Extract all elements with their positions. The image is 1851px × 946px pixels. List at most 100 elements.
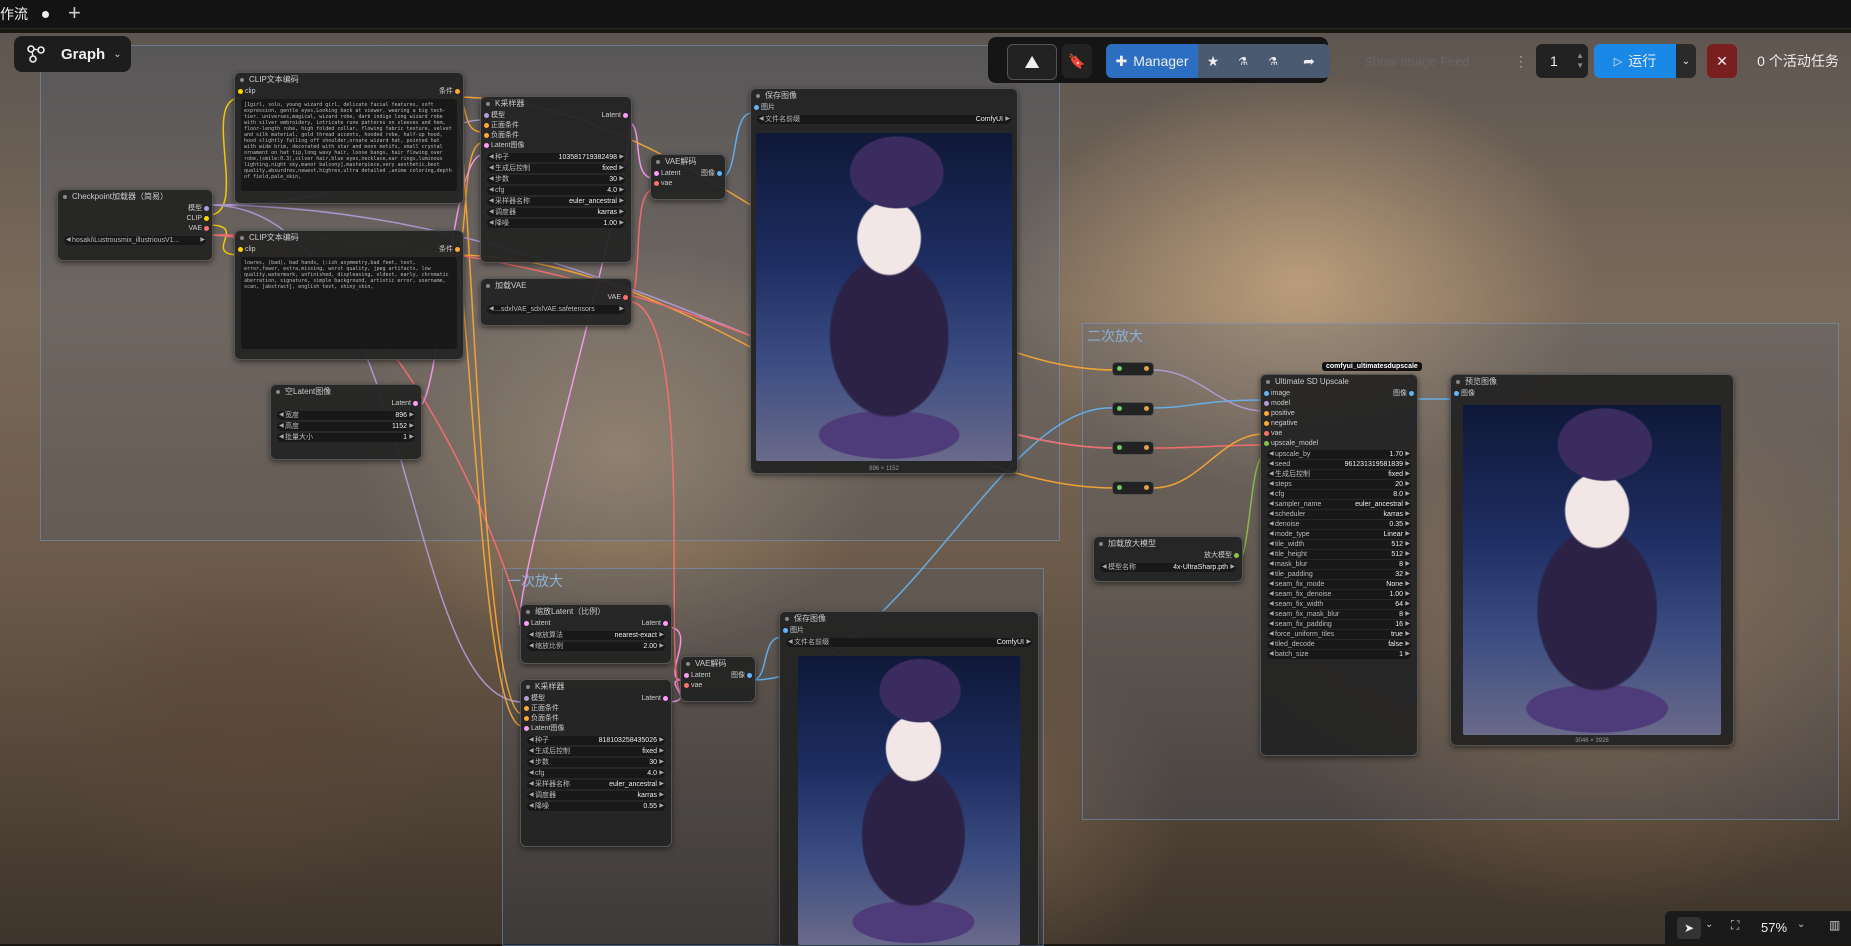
input-pin-icon[interactable] <box>484 143 489 148</box>
denoise-widget[interactable]: 降噪 0.55 <box>527 802 665 811</box>
steps-widget[interactable]: 步数 30 <box>527 758 665 767</box>
output-pin-icon[interactable] <box>717 171 722 176</box>
share-button[interactable]: ➦ <box>1288 44 1330 78</box>
ckpt-name-combo[interactable]: hosaki\Lustrousmix_illustriousV1... <box>64 236 206 245</box>
sampler-widget[interactable]: 采样器名称 euler_ancestral <box>487 197 625 206</box>
input-pin-icon[interactable] <box>684 673 689 678</box>
vae-decode-node-1[interactable]: VAE解码 Latent 图像 vae <box>650 154 726 200</box>
input-pin-icon[interactable] <box>1454 391 1459 396</box>
wand-button-2[interactable]: ⚗ <box>1258 44 1288 78</box>
output-pin-icon[interactable] <box>623 295 628 300</box>
height-widget[interactable]: 高度 1152 <box>277 422 415 431</box>
filename-prefix-widget[interactable]: 文件名前缀 ComfyUI <box>757 115 1011 124</box>
reroute-node[interactable] <box>1112 481 1154 495</box>
zoom-level[interactable]: 57% <box>1761 920 1787 935</box>
control-widget[interactable]: 生成后控制 fixed <box>527 747 665 756</box>
checkpoint-loader-node[interactable]: Checkpoint加载器（简易） 模型 CLIP VAE hosaki\Lus… <box>57 189 213 261</box>
scheduler-widget[interactable]: 调度器 karras <box>527 791 665 800</box>
output-pin-icon[interactable] <box>204 216 209 221</box>
output-pin-icon[interactable] <box>747 673 752 678</box>
prompt-textarea[interactable]: lowres, (bad), bad hands, (:ish asymmetr… <box>241 257 457 349</box>
run-options-dropdown[interactable]: ⌄ <box>1676 44 1696 78</box>
input-pin-icon[interactable] <box>484 133 489 138</box>
input-pin-icon[interactable] <box>1264 421 1269 426</box>
input-pin-icon[interactable] <box>1264 441 1269 446</box>
clip-text-encode-positive[interactable]: CLIP文本编码 clip 条件 [1girl, solo, young wiz… <box>234 72 464 204</box>
ksampler-node-2[interactable]: K采样器 模型 Latent 正面条件 负面条件 Latent图像 种子 81810… <box>520 679 672 847</box>
usdu-widget-force-uniform-tiles[interactable]: force_uniform_tiles true <box>1267 630 1411 639</box>
usdu-widget-seam-fix-mask-blur[interactable]: seam_fix_mask_blur 8 <box>1267 610 1411 619</box>
sampler-widget[interactable]: 采样器名称 euler_ancestral <box>527 780 665 789</box>
input-pin-icon[interactable] <box>238 89 243 94</box>
usdu-widget--[interactable]: 生成后控制 fixed <box>1267 470 1411 479</box>
generated-image-preview[interactable] <box>756 133 1012 461</box>
scheduler-widget[interactable]: 调度器 karras <box>487 208 625 217</box>
reroute-node[interactable] <box>1112 362 1154 376</box>
model-name-combo[interactable]: 模型名称 4x-UltraSharp.pth <box>1100 563 1236 572</box>
batch-widget[interactable]: 批量大小 1 <box>277 433 415 442</box>
fit-view-icon[interactable]: ⛶ <box>1731 918 1739 933</box>
drag-handle-icon[interactable]: ⋮ <box>1514 48 1528 74</box>
input-pin-icon[interactable] <box>783 628 788 633</box>
usdu-widget-tile-padding[interactable]: tile_padding 32 <box>1267 570 1411 579</box>
input-pin-icon[interactable] <box>484 123 489 128</box>
stepper-arrows-icon[interactable]: ▲ ▼ <box>1576 51 1584 71</box>
cfg-widget[interactable]: cfg 4.0 <box>527 769 665 778</box>
usdu-widget-seam-fix-mode[interactable]: seam_fix_mode None <box>1267 580 1411 589</box>
output-pin-icon[interactable] <box>204 226 209 231</box>
input-pin-icon[interactable] <box>654 171 659 176</box>
steps-widget[interactable]: 步数 30 <box>487 175 625 184</box>
active-tasks-button[interactable]: 0 个活动任务 <box>1745 44 1851 78</box>
usdu-widget-steps[interactable]: steps 20 <box>1267 480 1411 489</box>
seed-widget[interactable]: 种子 1035817193824​98 <box>487 153 625 162</box>
prompt-textarea[interactable]: [1girl, solo, young wizard girl, delicat… <box>241 99 457 191</box>
vae-name-combo[interactable]: ...sdxlVAE_sdxlVAE.safetensors <box>487 305 625 314</box>
input-pin-icon[interactable] <box>524 696 529 701</box>
output-pin-icon[interactable] <box>663 696 668 701</box>
chevron-down-icon[interactable]: ⌄ <box>1797 919 1805 930</box>
show-image-feed-button[interactable]: Show Image Feed <box>1346 48 1488 74</box>
output-pin-icon[interactable] <box>413 401 418 406</box>
save-image-node-1[interactable]: 保存图像 图片 文件名前缀 ComfyUI 896 × 1152 <box>750 88 1018 474</box>
input-pin-icon[interactable] <box>754 105 759 110</box>
input-pin-icon[interactable] <box>524 621 529 626</box>
minimap-icon[interactable]: ▥ <box>1829 918 1840 932</box>
output-pin-icon[interactable] <box>455 89 460 94</box>
usdu-widget-seam-fix-padding[interactable]: seam_fix_padding 16 <box>1267 620 1411 629</box>
input-pin-icon[interactable] <box>238 247 243 252</box>
stop-button[interactable]: ✕ <box>1707 44 1737 78</box>
usdu-widget-denoise[interactable]: denoise 0.35 <box>1267 520 1411 529</box>
input-pin-icon[interactable] <box>524 716 529 721</box>
denoise-widget[interactable]: 降噪 1.00 <box>487 219 625 228</box>
batch-count-input[interactable]: 1 ▲ ▼ <box>1536 44 1588 78</box>
cfg-widget[interactable]: cfg 4.0 <box>487 186 625 195</box>
output-pin-icon[interactable] <box>1409 391 1414 396</box>
upscaled-image-preview[interactable] <box>1463 405 1721 735</box>
clip-input[interactable]: clip 条件 <box>235 245 463 255</box>
usdu-widget-mode-type[interactable]: mode_type Linear <box>1267 530 1411 539</box>
comfy-logo-button[interactable]: ⛰ <box>1007 44 1057 80</box>
upscale-method-widget[interactable]: 缩放算法 nearest-exact <box>527 631 665 640</box>
output-pin-icon[interactable] <box>455 247 460 252</box>
vae-loader-node[interactable]: 加载VAE VAE ...sdxlVAE_sdxlVAE.safetensors <box>480 278 632 326</box>
clip-text-encode-negative[interactable]: CLIP文本编码 clip 条件 lowres, (bad), bad hand… <box>234 230 464 360</box>
usdu-widget-seam-fix-denoise[interactable]: seam_fix_denoise 1.00 <box>1267 590 1411 599</box>
star-button[interactable]: ★ <box>1198 44 1228 78</box>
input-pin-icon[interactable] <box>484 113 489 118</box>
output-pin-icon[interactable] <box>204 206 209 211</box>
workflow-tab[interactable]: 作流 <box>0 0 59 28</box>
run-button[interactable]: ▷ 运行 <box>1594 44 1676 78</box>
clip-input[interactable]: clip 条件 <box>235 87 463 97</box>
usdu-widget-tile-width[interactable]: tile_width 512 <box>1267 540 1411 549</box>
usdu-widget-seam-fix-width[interactable]: seam_fix_width 64 <box>1267 600 1411 609</box>
usdu-widget-batch-size[interactable]: batch_size 1 <box>1267 650 1411 659</box>
generated-image-preview[interactable] <box>798 656 1020 945</box>
wand-button-1[interactable]: ⚗ <box>1228 44 1258 78</box>
input-pin-icon[interactable] <box>1264 401 1269 406</box>
usdu-widget-tile-height[interactable]: tile_height 512 <box>1267 550 1411 559</box>
empty-latent-node[interactable]: 空Latent图像 Latent 宽度 896 高度 1152 批量大小 1 <box>270 384 422 460</box>
output-pin-icon[interactable] <box>623 113 628 118</box>
input-pin-icon[interactable] <box>1264 391 1269 396</box>
usdu-widget-sampler-name[interactable]: sampler_name euler_ancestral <box>1267 500 1411 509</box>
output-pin-icon[interactable] <box>1234 553 1239 558</box>
